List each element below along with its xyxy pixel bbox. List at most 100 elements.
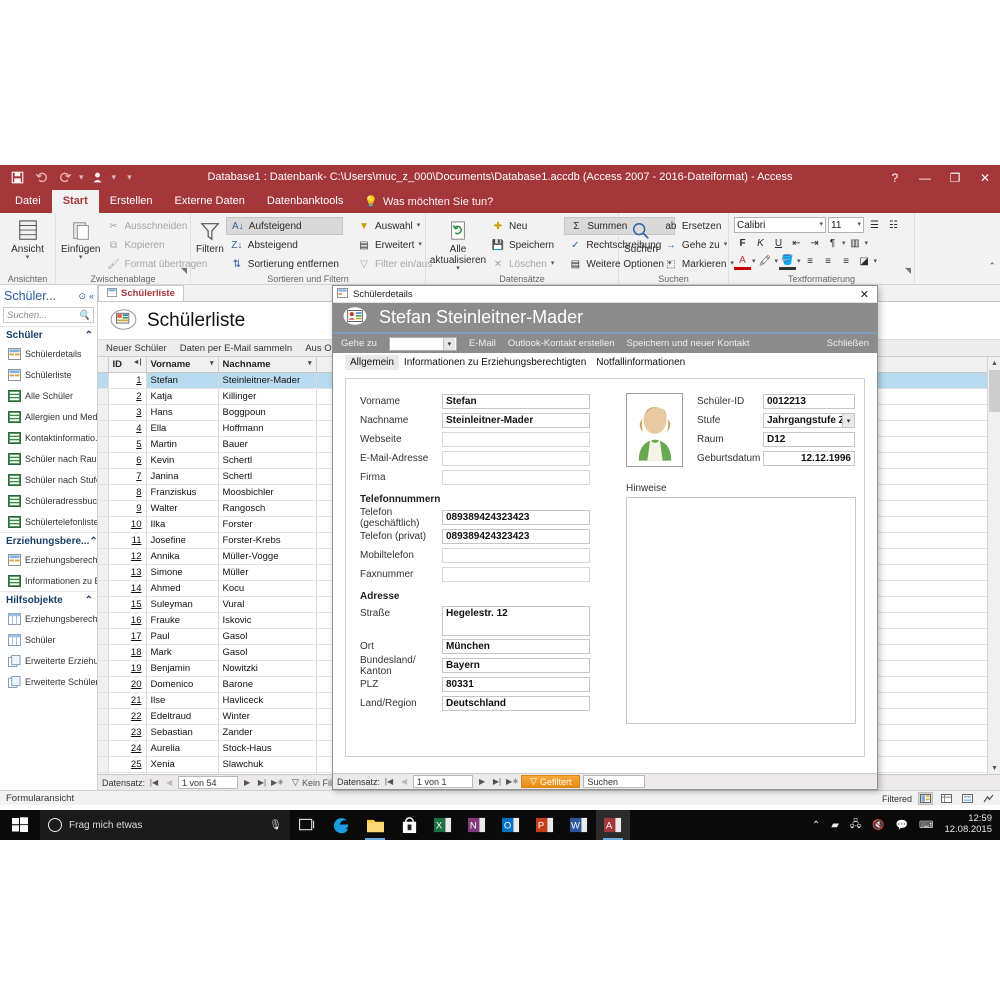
cell-vorname[interactable]: Edeltraud xyxy=(146,708,218,724)
dialog-tabs[interactable]: Allgemein Informationen zu Erziehungsber… xyxy=(333,353,877,370)
sort-descending-button[interactable]: Z↓ Absteigend xyxy=(226,236,343,254)
collect-data-email-link[interactable]: Daten per E-Mail sammeln xyxy=(180,343,292,354)
cell-id[interactable]: 1 xyxy=(108,372,146,388)
cell-vorname[interactable]: Janina xyxy=(146,468,218,484)
clipboard-dialog-launcher[interactable]: ◥ xyxy=(181,266,187,275)
font-name-combo[interactable]: Calibri ▾ xyxy=(734,217,826,233)
cell-nachname[interactable]: Hoffmann xyxy=(218,420,316,436)
sort-ascending-button[interactable]: A↓ Aufsteigend xyxy=(226,217,343,235)
first-record-button[interactable]: |◀ xyxy=(148,778,160,787)
row-selector[interactable] xyxy=(98,404,108,420)
underline-button[interactable]: U xyxy=(770,236,787,252)
close-icon[interactable]: ✕ xyxy=(856,288,873,301)
sidebar-item-schueleradressbuch[interactable]: Schüleradressbuch xyxy=(0,490,97,511)
chevron-down-icon[interactable]: ▾ xyxy=(865,241,869,247)
nav-group-hilfsobjekte[interactable]: Hilfsobjekte ⌃ xyxy=(0,591,97,608)
cell-vorname[interactable]: Suleyman xyxy=(146,596,218,612)
chevron-down-icon[interactable]: ▾ xyxy=(874,259,878,265)
decrease-indent-icon[interactable]: ⇤ xyxy=(788,236,805,252)
row-selector[interactable] xyxy=(98,644,108,660)
chevron-down-icon[interactable]: ▾ xyxy=(724,242,728,248)
webseite-input[interactable] xyxy=(442,432,590,447)
telefon-geschaeftlich-input[interactable]: 089389424323423 xyxy=(442,510,590,525)
chevron-down-icon[interactable]: ▾ xyxy=(797,259,801,265)
cell-nachname[interactable]: Iskovic xyxy=(218,612,316,628)
row-selector[interactable] xyxy=(98,628,108,644)
toggle-filter-button[interactable]: ▽ Filter ein/aus xyxy=(353,255,436,273)
tab-schuelerliste[interactable]: Schülerliste xyxy=(98,285,184,301)
advanced-button[interactable]: ▤ Erweitert ▾ xyxy=(353,236,436,254)
word-icon[interactable]: W xyxy=(562,810,596,840)
cell-nachname[interactable]: Forster xyxy=(218,516,316,532)
help-button[interactable]: ? xyxy=(880,165,910,190)
column-header-vorname[interactable]: Vorname ▾ xyxy=(146,357,218,372)
notes-input[interactable] xyxy=(626,497,856,724)
row-selector[interactable] xyxy=(98,708,108,724)
first-record-button[interactable]: |◀ xyxy=(383,777,395,786)
layout-view-icon[interactable] xyxy=(960,792,975,805)
scrollbar-thumb[interactable] xyxy=(989,370,1000,412)
cell-id[interactable]: 8 xyxy=(108,484,146,500)
chevron-down-icon[interactable]: ▾ xyxy=(843,413,855,428)
cortana-search-box[interactable]: Frag mich etwas 🎙 xyxy=(40,810,290,840)
cell-nachname[interactable]: Gasol xyxy=(218,644,316,660)
filter-status-badge[interactable]: ▽ Gefiltert xyxy=(521,775,580,788)
next-record-button[interactable]: ▶ xyxy=(241,778,253,787)
font-size-combo[interactable]: 11 ▾ xyxy=(828,217,864,233)
cell-nachname[interactable]: Killinger xyxy=(218,388,316,404)
bold-button[interactable]: F xyxy=(734,236,751,252)
cell-vorname[interactable]: Mark xyxy=(146,644,218,660)
cell-id[interactable]: 13 xyxy=(108,564,146,580)
battery-icon[interactable]: ▰ xyxy=(831,820,839,831)
tab-start[interactable]: Start xyxy=(52,190,99,213)
rtl-text-icon[interactable]: ¶ xyxy=(824,236,841,252)
firma-input[interactable] xyxy=(442,470,590,485)
cell-nachname[interactable]: Vural xyxy=(218,596,316,612)
cell-nachname[interactable]: Schertl xyxy=(218,468,316,484)
ort-input[interactable]: München xyxy=(442,639,590,654)
cell-nachname[interactable]: Zander xyxy=(218,724,316,740)
align-center-icon[interactable]: ≡ xyxy=(820,254,837,270)
chevron-down-icon[interactable]: ▾ xyxy=(551,261,555,267)
cell-vorname[interactable]: Domenico xyxy=(146,676,218,692)
mobiltelefon-input[interactable] xyxy=(442,548,590,563)
fill-color-icon[interactable]: 🪣 xyxy=(779,254,796,270)
show-hidden-icons-icon[interactable]: ⌃ xyxy=(812,820,820,831)
numbered-list-icon[interactable]: ☷ xyxy=(885,217,902,233)
cell-id[interactable]: 6 xyxy=(108,452,146,468)
chevron-down-icon[interactable]: ▾ xyxy=(752,259,756,265)
last-record-button[interactable]: ▶| xyxy=(491,777,503,786)
cell-vorname[interactable]: Annika xyxy=(146,548,218,564)
sidebar-item-schuelerliste[interactable]: Schülerliste xyxy=(0,364,97,385)
replace-button[interactable]: ab Ersetzen xyxy=(660,217,738,235)
column-header-nachname[interactable]: Nachname ▾ xyxy=(218,357,316,372)
nachname-input[interactable]: Steinleitner-Mader xyxy=(442,413,590,428)
scroll-down-icon[interactable]: ▼ xyxy=(988,762,1000,774)
strasse-input[interactable]: Hegelestr. 12 xyxy=(442,606,590,636)
row-selector[interactable] xyxy=(98,692,108,708)
cell-vorname[interactable]: Ilka xyxy=(146,516,218,532)
new-record-button[interactable]: ▶✳ xyxy=(271,778,283,787)
design-view-icon[interactable] xyxy=(981,792,996,805)
volume-muted-icon[interactable]: 🔇 xyxy=(872,820,884,831)
row-selector[interactable] xyxy=(98,420,108,436)
chevron-down-icon[interactable]: ▾ xyxy=(842,241,846,247)
align-left-icon[interactable]: ≡ xyxy=(802,254,819,270)
search-icon[interactable]: 🔍 xyxy=(78,310,90,321)
cell-nachname[interactable]: Bauer xyxy=(218,436,316,452)
task-view-button[interactable] xyxy=(290,810,324,840)
chevron-down-icon[interactable]: ▾ xyxy=(308,359,312,367)
row-selector[interactable] xyxy=(98,532,108,548)
restore-button[interactable]: ❐ xyxy=(940,165,970,190)
tab-externe-daten[interactable]: Externe Daten xyxy=(164,190,256,213)
cell-id[interactable]: 12 xyxy=(108,548,146,564)
close-button[interactable]: ✕ xyxy=(970,165,1000,190)
network-icon[interactable]: 🖧 xyxy=(850,817,861,834)
sort-indicator-icon[interactable]: ◄| xyxy=(133,359,142,366)
chevron-down-icon[interactable]: ▾ xyxy=(775,259,779,265)
cell-vorname[interactable]: Benjamin xyxy=(146,660,218,676)
excel-icon[interactable]: X xyxy=(426,810,460,840)
cell-vorname[interactable]: Josefine xyxy=(146,532,218,548)
sidebar-item-erweiterte-schueler[interactable]: Erweiterte Schüler xyxy=(0,671,97,692)
cell-nachname[interactable]: Havliceck xyxy=(218,692,316,708)
